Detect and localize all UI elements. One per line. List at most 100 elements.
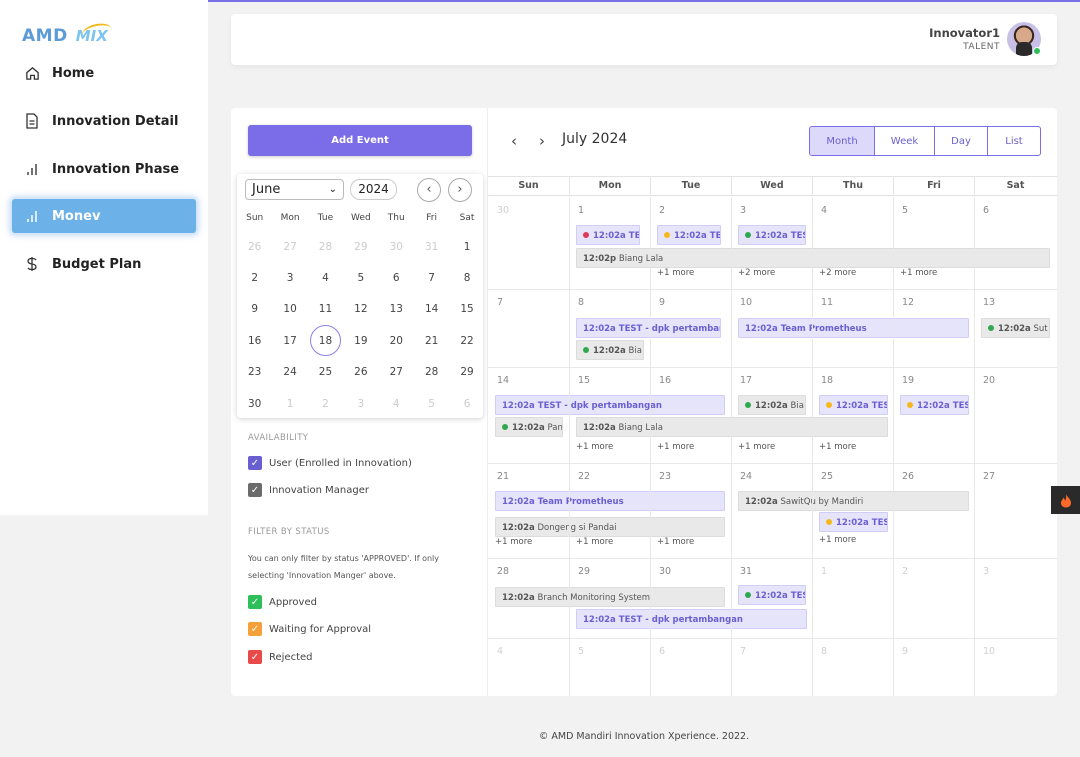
view-day-button[interactable]: Day [935, 127, 988, 155]
mini-calendar-day[interactable]: 7 [414, 262, 449, 293]
calendar-event[interactable]: 12:02a TES [738, 225, 806, 245]
calendar-day-number[interactable]: 10 [740, 297, 752, 308]
mini-calendar-day[interactable]: 17 [272, 325, 307, 356]
calendar-day-number[interactable]: 10 [983, 646, 995, 657]
mini-calendar-day[interactable]: 14 [414, 294, 449, 325]
more-events-link[interactable]: +1 more [576, 537, 613, 547]
calendar-day-number[interactable]: 17 [740, 375, 752, 386]
mini-calendar-day[interactable]: 4 [308, 262, 343, 293]
more-events-link[interactable]: +1 more [819, 442, 856, 452]
calendar-day-number[interactable]: 24 [740, 471, 752, 482]
mini-calendar-day[interactable]: 28 [308, 231, 343, 262]
view-month-button[interactable]: Month [810, 127, 875, 155]
mini-calendar-day[interactable]: 25 [308, 357, 343, 388]
calendar-day-number[interactable]: 23 [659, 471, 671, 482]
calendar-day-number[interactable]: 7 [740, 646, 746, 657]
calendar-day-number[interactable]: 2 [902, 566, 908, 577]
calendar-event[interactable]: 12:02a Biang Lala [576, 417, 888, 437]
more-events-link[interactable]: +1 more [657, 537, 694, 547]
app-logo[interactable]: AMD MIX [22, 24, 108, 48]
mini-calendar-day[interactable]: 16 [237, 325, 272, 356]
mini-calendar-day[interactable]: 26 [343, 357, 378, 388]
sidebar-item-innovation-phase[interactable]: Innovation Phase [12, 152, 196, 186]
calendar-event[interactable]: 12:02a TES [900, 395, 969, 415]
calendar-day-number[interactable]: 4 [821, 205, 827, 216]
mini-calendar-day[interactable]: 23 [237, 357, 272, 388]
mini-calendar-day[interactable]: 13 [379, 294, 414, 325]
mini-calendar-day[interactable]: 10 [272, 294, 307, 325]
calendar-event[interactable]: 12:02a Bia [576, 340, 644, 360]
sidebar-item-monev[interactable]: Monev [12, 199, 196, 233]
mini-calendar-day[interactable]: 22 [449, 325, 484, 356]
sidebar-item-budget-plan[interactable]: Budget Plan [12, 247, 196, 281]
sidebar-item-innovation-detail[interactable]: Innovation Detail [12, 104, 196, 138]
add-event-button[interactable]: Add Event [248, 125, 472, 156]
availability-manager-checkbox[interactable]: ✓ Innovation Manager [248, 483, 369, 497]
calendar-event[interactable]: 12:02a Team Prometheus [738, 318, 969, 338]
calendar-event[interactable]: 12:02a TEST - dpk pertambangan [495, 395, 725, 415]
calendar-event[interactable]: 12:02a TES [819, 395, 888, 415]
calendar-event[interactable]: 12:02a TES [819, 512, 888, 532]
calendar-day-number[interactable]: 20 [983, 375, 995, 386]
mini-calendar-day[interactable]: 30 [379, 231, 414, 262]
calendar-event[interactable]: 12:02p Biang Lala [576, 248, 1050, 268]
mini-calendar-day[interactable]: 30 [237, 388, 272, 419]
calendar-event[interactable]: 12:02a TES [576, 225, 640, 245]
more-events-link[interactable]: +1 more [819, 535, 856, 545]
mini-calendar-day[interactable]: 5 [414, 388, 449, 419]
mini-calendar-day[interactable]: 6 [449, 388, 484, 419]
calendar-event[interactable]: 12:02a TEST - dpk pertambangan [576, 318, 721, 338]
calendar-day-number[interactable]: 14 [497, 375, 509, 386]
calendar-event[interactable]: 12:02a Branch Monitoring System [495, 587, 725, 607]
more-events-link[interactable]: +1 more [657, 268, 694, 278]
calendar-event[interactable]: 12:02a TES [738, 585, 806, 605]
next-month-button[interactable]: › [448, 178, 472, 202]
calendar-day-number[interactable]: 5 [902, 205, 908, 216]
calendar-day-number[interactable]: 18 [821, 375, 833, 386]
fire-icon[interactable] [1051, 486, 1080, 514]
sidebar-item-home[interactable]: Home [12, 56, 196, 90]
status-approved-checkbox[interactable]: ✓ Approved [248, 595, 317, 609]
mini-calendar-day[interactable]: 4 [379, 388, 414, 419]
status-waiting-checkbox[interactable]: ✓ Waiting for Approval [248, 622, 371, 636]
calendar-day-number[interactable]: 16 [659, 375, 671, 386]
calendar-day-number[interactable]: 15 [578, 375, 590, 386]
month-select[interactable]: June ⌄ [245, 179, 344, 200]
mini-calendar-day[interactable]: 21 [414, 325, 449, 356]
more-events-link[interactable]: +1 more [657, 442, 694, 452]
calendar-day-number[interactable]: 25 [821, 471, 833, 482]
calendar-day-number[interactable]: 27 [983, 471, 995, 482]
calendar-event[interactable]: 12:02a TES [657, 225, 721, 245]
calendar-event[interactable]: 12:02a Pan [495, 417, 563, 437]
calendar-day-number[interactable]: 3 [740, 205, 746, 216]
mini-calendar-day[interactable]: 1 [449, 231, 484, 262]
calendar-day-number[interactable]: 30 [497, 205, 509, 216]
mini-calendar-day[interactable]: 31 [414, 231, 449, 262]
mini-calendar-day[interactable]: 3 [343, 388, 378, 419]
calendar-day-number[interactable]: 9 [902, 646, 908, 657]
more-events-link[interactable]: +1 more [900, 268, 937, 278]
calendar-day-number[interactable]: 8 [578, 297, 584, 308]
calendar-day-number[interactable]: 5 [578, 646, 584, 657]
calendar-day-number[interactable]: 19 [902, 375, 914, 386]
view-week-button[interactable]: Week [875, 127, 935, 155]
mini-calendar-day[interactable]: 8 [449, 262, 484, 293]
calendar-day-number[interactable]: 30 [659, 566, 671, 577]
mini-calendar-day[interactable]: 2 [308, 388, 343, 419]
year-select[interactable]: 2024 [350, 179, 397, 200]
calendar-day-number[interactable]: 31 [740, 566, 752, 577]
calendar-day-number[interactable]: 26 [902, 471, 914, 482]
calendar-day-number[interactable]: 9 [659, 297, 665, 308]
more-events-link[interactable]: +2 more [738, 268, 775, 278]
calendar-day-number[interactable]: 7 [497, 297, 503, 308]
calendar-event[interactable]: 12:02a Sut [981, 318, 1050, 338]
mini-calendar-day[interactable]: 15 [449, 294, 484, 325]
calendar-day-number[interactable]: 13 [983, 297, 995, 308]
mini-calendar-day[interactable]: 29 [449, 357, 484, 388]
mini-calendar-day[interactable]: 26 [237, 231, 272, 262]
calendar-day-number[interactable]: 29 [578, 566, 590, 577]
mini-calendar-day[interactable]: 24 [272, 357, 307, 388]
calendar-day-number[interactable]: 8 [821, 646, 827, 657]
more-events-link[interactable]: +1 more [576, 442, 613, 452]
calendar-day-number[interactable]: 1 [578, 205, 584, 216]
